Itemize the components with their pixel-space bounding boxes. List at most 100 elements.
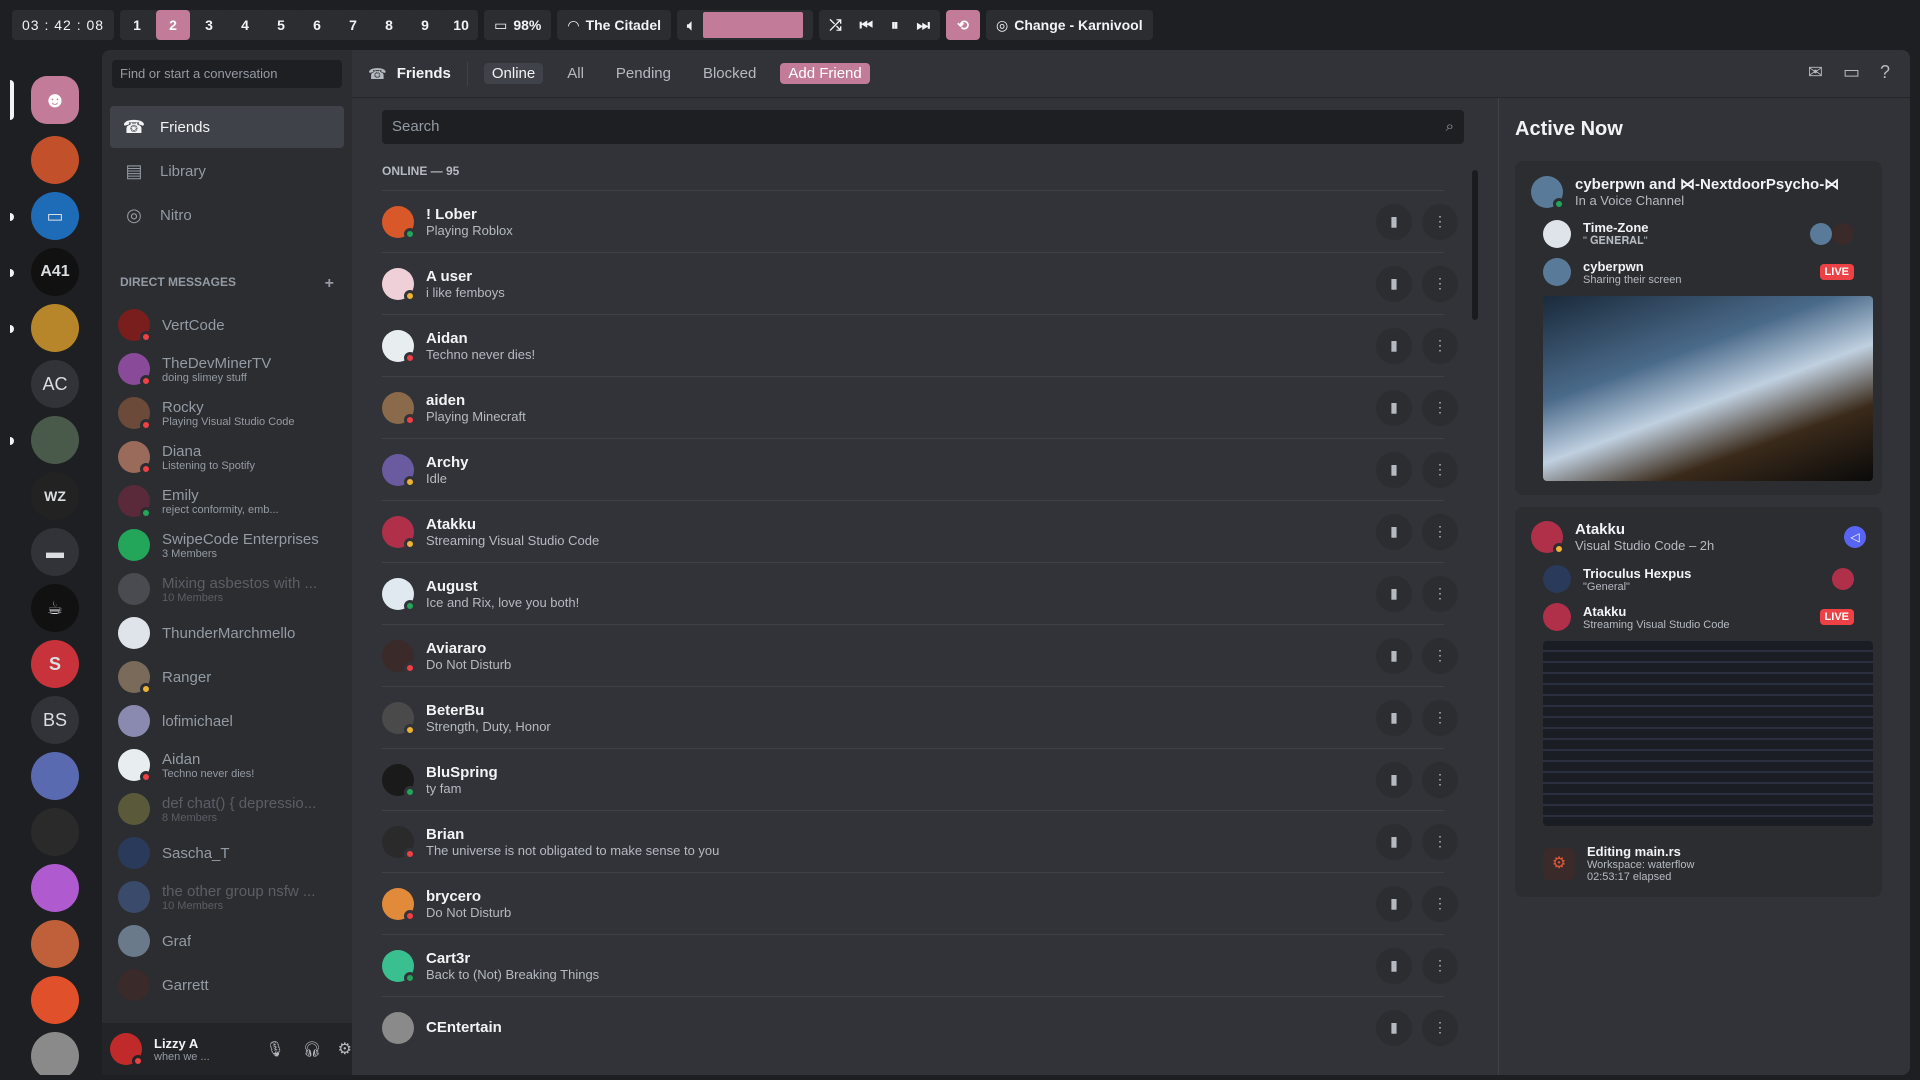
dm-item[interactable]: Graf	[110, 919, 344, 963]
workspace-10[interactable]: 10	[444, 10, 479, 40]
home-button[interactable]: ☻	[31, 76, 79, 124]
message-icon[interactable]: ▮	[1376, 699, 1412, 736]
message-icon[interactable]: ▮	[1376, 265, 1412, 302]
workspace-3[interactable]: 3	[192, 10, 227, 40]
friend-row[interactable]: BluSpring ty fam ▮ ⋮	[382, 748, 1458, 810]
dm-item[interactable]: lofimichael	[110, 699, 344, 743]
workspace-8[interactable]: 8	[372, 10, 407, 40]
dm-item[interactable]: def chat() { depressio... 8 Members	[110, 787, 344, 831]
more-options-icon[interactable]: ⋮	[1422, 885, 1458, 922]
more-options-icon[interactable]: ⋮	[1422, 327, 1458, 364]
message-icon[interactable]: ▮	[1376, 451, 1412, 488]
dm-item[interactable]: VertCode	[110, 303, 344, 347]
dm-item[interactable]: Aidan Techno never dies!	[110, 743, 344, 787]
server-icon[interactable]: A41	[31, 248, 79, 296]
more-options-icon[interactable]: ⋮	[1422, 513, 1458, 550]
stream-entry[interactable]: Atakku Streaming Visual Studio Code LIVE	[1543, 603, 1866, 631]
dm-item[interactable]: Mixing asbestos with ... 10 Members	[110, 567, 344, 611]
workspace-7[interactable]: 7	[336, 10, 371, 40]
message-icon[interactable]: ▮	[1376, 327, 1412, 364]
activity-card-atakku[interactable]: Atakku Visual Studio Code – 2h ◁ Triocul…	[1515, 507, 1882, 897]
message-icon[interactable]: ▮	[1376, 947, 1412, 984]
friend-row[interactable]: A user i like femboys ▮ ⋮	[382, 252, 1458, 314]
server-icon[interactable]: S	[31, 640, 79, 688]
dm-item[interactable]: Garrett	[110, 963, 344, 1007]
dm-item[interactable]: Sascha_T	[110, 831, 344, 875]
friend-row[interactable]: brycero Do Not Disturb ▮ ⋮	[382, 872, 1458, 934]
friend-row[interactable]: ! Lober Playing Roblox ▮ ⋮	[382, 190, 1458, 252]
nav-library[interactable]: ▤ Library	[110, 150, 344, 192]
workspace-6[interactable]: 6	[300, 10, 335, 40]
friend-row[interactable]: Aviararo Do Not Disturb ▮ ⋮	[382, 624, 1458, 686]
workspace-9[interactable]: 9	[408, 10, 443, 40]
message-icon[interactable]: ▮	[1376, 1009, 1412, 1046]
dm-item[interactable]: SwipeCode Enterprises 3 Members	[110, 523, 344, 567]
dm-item[interactable]: TheDevMinerTV doing slimey stuff	[110, 347, 344, 391]
wifi-indicator[interactable]: ◠ The Citadel	[557, 10, 672, 40]
more-options-icon[interactable]: ⋮	[1422, 699, 1458, 736]
friend-row[interactable]: Aidan Techno never dies! ▮ ⋮	[382, 314, 1458, 376]
friend-row[interactable]: August Ice and Rix, love you both! ▮ ⋮	[382, 562, 1458, 624]
friend-row[interactable]: CEntertain ▮ ⋮	[382, 996, 1458, 1058]
previous-icon[interactable]: ⏮︎	[859, 17, 873, 34]
inbox-icon[interactable]: ▭	[1843, 62, 1860, 83]
more-options-icon[interactable]: ⋮	[1422, 575, 1458, 612]
friend-row[interactable]: Atakku Streaming Visual Studio Code ▮ ⋮	[382, 500, 1458, 562]
voice-channel-entry[interactable]: Trioculus Hexpus "General"	[1543, 565, 1866, 593]
server-icon[interactable]	[31, 808, 79, 856]
volume-slider[interactable]	[703, 12, 804, 38]
volume-control[interactable]: 🔈︎	[677, 10, 814, 40]
more-options-icon[interactable]: ⋮	[1422, 203, 1458, 240]
server-icon[interactable]	[31, 752, 79, 800]
shuffle-icon[interactable]: ⤮	[829, 17, 841, 34]
stream-preview[interactable]	[1543, 641, 1873, 826]
nav-friends[interactable]: ☎︎ Friends	[110, 106, 344, 148]
repeat-icon[interactable]: ⟲	[946, 10, 980, 40]
friend-row[interactable]: Brian The universe is not obligated to m…	[382, 810, 1458, 872]
workspace-1[interactable]: 1	[120, 10, 155, 40]
stream-preview[interactable]	[1543, 296, 1873, 481]
tab-online[interactable]: Online	[483, 63, 544, 84]
workspace-4[interactable]: 4	[228, 10, 263, 40]
dm-item[interactable]: Diana Listening to Spotify	[110, 435, 344, 479]
tab-pending[interactable]: Pending	[608, 63, 679, 84]
more-options-icon[interactable]: ⋮	[1422, 265, 1458, 302]
friend-row[interactable]: Archy Idle ▮ ⋮	[382, 438, 1458, 500]
more-options-icon[interactable]: ⋮	[1422, 1009, 1458, 1046]
next-icon[interactable]: ⏭︎	[916, 17, 930, 34]
server-icon[interactable]	[31, 416, 79, 464]
more-options-icon[interactable]: ⋮	[1422, 761, 1458, 798]
scrollbar[interactable]	[1472, 170, 1478, 320]
server-icon[interactable]: WZ	[31, 472, 79, 520]
server-icon[interactable]	[31, 976, 79, 1024]
folder-icon[interactable]: ▬	[31, 528, 79, 576]
more-options-icon[interactable]: ⋮	[1422, 823, 1458, 860]
dm-item[interactable]: Ranger	[110, 655, 344, 699]
message-icon[interactable]: ▮	[1376, 761, 1412, 798]
dm-item[interactable]: Rocky Playing Visual Studio Code	[110, 391, 344, 435]
dm-item[interactable]: ThunderMarchmello	[110, 611, 344, 655]
message-icon[interactable]: ▮	[1376, 575, 1412, 612]
pause-icon[interactable]: ⏸︎	[891, 17, 899, 34]
friend-row[interactable]: BeterBu Strength, Duty, Honor ▮ ⋮	[382, 686, 1458, 748]
voice-channel-entry[interactable]: Time-Zone " 𝐆𝐄𝐍𝐄𝐑𝐀𝐋"	[1543, 220, 1866, 248]
dm-item[interactable]: the other group nsfw ... 10 Members	[110, 875, 344, 919]
deafen-icon[interactable]: 🎧︎	[303, 1040, 322, 1058]
conversation-search[interactable]: Find or start a conversation	[112, 60, 342, 88]
server-icon[interactable]: ☕︎	[31, 584, 79, 632]
server-icon[interactable]	[31, 136, 79, 184]
tab-blocked[interactable]: Blocked	[695, 63, 764, 84]
server-icon[interactable]: AC	[31, 360, 79, 408]
message-icon[interactable]: ▮	[1376, 513, 1412, 550]
more-options-icon[interactable]: ⋮	[1422, 947, 1458, 984]
mute-icon[interactable]: 🎙︎	[266, 1040, 285, 1058]
server-icon[interactable]	[31, 304, 79, 352]
new-group-dm-icon[interactable]: ✉︎	[1808, 62, 1823, 83]
help-icon[interactable]: ?	[1880, 62, 1890, 83]
message-icon[interactable]: ▮	[1376, 637, 1412, 674]
add-friend-button[interactable]: Add Friend	[780, 63, 870, 84]
server-icon[interactable]	[31, 920, 79, 968]
stream-entry[interactable]: cyberpwn Sharing their screen LIVE	[1543, 258, 1866, 286]
server-icon[interactable]	[31, 864, 79, 912]
message-icon[interactable]: ▮	[1376, 389, 1412, 426]
